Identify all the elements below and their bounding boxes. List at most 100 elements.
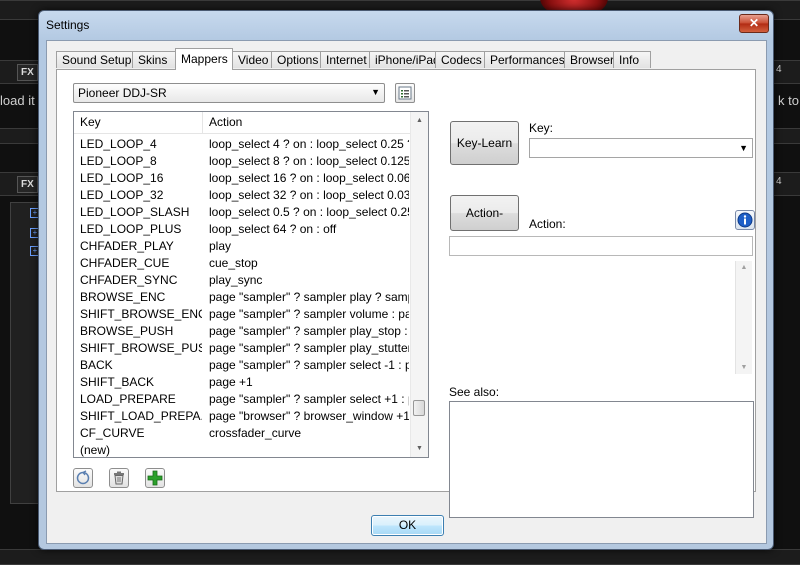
tab-performances[interactable]: Performances	[484, 51, 565, 68]
info-button[interactable]	[735, 210, 755, 230]
row-key: BROWSE_PUSH	[80, 324, 174, 338]
row-action: page "sampler" ? sampler play_stop : p..…	[209, 324, 409, 338]
bg-fx-button-2: FX	[17, 176, 38, 193]
row-key: SHIFT_BACK	[80, 375, 155, 389]
row-key: LED_LOOP_SLASH	[80, 205, 190, 219]
table-row[interactable]: BROWSE_ENC page "sampler" ? sampler play …	[74, 289, 413, 306]
add-button[interactable]	[145, 468, 165, 488]
mapping-list-scrollbar[interactable]: ▲ ▼	[410, 112, 428, 457]
device-select[interactable]: Pioneer DDJ-SR ▼	[73, 83, 385, 103]
mapping-list[interactable]: Key Action LED_LOOP_4 loop_select 4 ? on …	[73, 111, 429, 458]
mappers-tab-panel: Pioneer DDJ-SR ▼ Key Action LED_LOOP_4 lo…	[56, 69, 756, 518]
tab-iphone-ipad[interactable]: iPhone/iPad	[369, 51, 440, 68]
row-key: LED_LOOP_8	[80, 154, 157, 168]
key-select[interactable]: ▼	[529, 138, 753, 158]
row-action: page "browser" ? browser_window +1 :...	[209, 409, 409, 423]
tab-browser[interactable]: Browser	[564, 51, 614, 68]
row-key: SHIFT_LOAD_PREPA...	[80, 409, 202, 423]
table-row[interactable]: SHIFT_BACK page +1	[74, 374, 413, 391]
edit-mapper-button[interactable]	[395, 83, 415, 103]
row-action: loop_select 0.5 ? on : loop_select 0.25 …	[209, 205, 409, 219]
action-learn-button[interactable]: Action-Learn	[450, 195, 519, 254]
column-header-action[interactable]: Action	[203, 112, 413, 133]
table-row[interactable]: LED_LOOP_PLUS loop_select 64 ? on : off	[74, 221, 413, 238]
row-key: SHIFT_BROWSE_PUSH	[80, 341, 202, 355]
reset-icon	[76, 470, 90, 485]
close-icon: ✕	[748, 16, 760, 30]
table-row[interactable]: CHFADER_PLAY play	[74, 238, 413, 255]
action-input[interactable]	[449, 236, 753, 256]
tab-codecs[interactable]: Codecs	[435, 51, 485, 68]
row-action: page +1	[209, 375, 253, 389]
mapping-rows: LED_LOOP_4 loop_select 4 ? on : loop_sele…	[74, 136, 413, 457]
table-row[interactable]: CF_CURVE crossfader_curve	[74, 425, 413, 442]
list-edit-icon	[398, 86, 412, 100]
table-row[interactable]: LED_LOOP_8 loop_select 8 ? on : loop_sele…	[74, 153, 413, 170]
chevron-down-icon: ▼	[739, 143, 748, 153]
scroll-down-arrow-icon[interactable]: ▼	[736, 364, 752, 371]
tab-sound-setup[interactable]: Sound Setup	[56, 51, 133, 68]
tab-video[interactable]: Video	[232, 51, 272, 68]
info-icon	[737, 212, 753, 228]
table-row[interactable]: SHIFT_LOAD_PREPA... page "browser" ? brow…	[74, 408, 413, 425]
close-button[interactable]: ✕	[739, 14, 769, 33]
table-row[interactable]: LED_LOOP_32 loop_select 32 ? on : loop_se…	[74, 187, 413, 204]
key-learn-button[interactable]: Key-Learn	[450, 121, 519, 165]
trash-icon	[114, 471, 124, 485]
scroll-thumb[interactable]	[413, 400, 425, 416]
row-action: page "sampler" ? sampler play ? sampl...	[209, 290, 409, 304]
see-also-label: See also:	[449, 385, 500, 399]
table-row[interactable]: (new)	[74, 442, 413, 457]
window-title: Settings	[46, 18, 90, 32]
tab-skins[interactable]: Skins	[132, 51, 176, 68]
table-row[interactable]: BACK page "sampler" ? sampler select -1 :…	[74, 357, 413, 374]
chevron-down-icon: ▼	[371, 87, 380, 97]
scroll-up-arrow-icon[interactable]: ▲	[411, 112, 428, 129]
row-action: loop_select 16 ? on : loop_select 0.062.…	[209, 171, 409, 185]
reset-button[interactable]	[73, 468, 93, 488]
see-also-box[interactable]	[449, 401, 754, 518]
row-key: LED_LOOP_16	[80, 171, 164, 185]
row-action: loop_select 32 ? on : loop_select 0.031.…	[209, 188, 409, 202]
dialog-client-area: Sound Setup Skins Mappers Video Options …	[46, 40, 767, 544]
table-row[interactable]: LED_LOOP_4 loop_select 4 ? on : loop_sele…	[74, 136, 413, 153]
row-action: crossfader_curve	[209, 426, 302, 440]
row-key: CHFADER_PLAY	[80, 239, 174, 253]
row-key: LED_LOOP_PLUS	[80, 222, 182, 236]
tab-info[interactable]: Info	[613, 51, 651, 68]
bg-right-text: k to	[778, 93, 799, 108]
delete-button[interactable]	[109, 468, 129, 488]
row-action: page "sampler" ? sampler select +1 : p..…	[209, 392, 409, 406]
row-key: LED_LOOP_4	[80, 137, 157, 151]
row-key: CF_CURVE	[80, 426, 145, 440]
action-label: Action:	[529, 217, 566, 231]
settings-dialog: Settings ✕ Sound Setup Skins Mappers Vid…	[38, 10, 774, 550]
row-action: page "sampler" ? sampler select -1 : pa.…	[209, 358, 409, 372]
table-row[interactable]: LOAD_PREPARE page "sampler" ? sampler sel…	[74, 391, 413, 408]
bg-left-text: load it	[0, 93, 35, 108]
title-bar[interactable]: Settings ✕	[39, 11, 773, 39]
tab-internet[interactable]: Internet	[320, 51, 370, 68]
description-scrollbar[interactable]: ▲ ▼	[735, 261, 752, 374]
column-header-key[interactable]: Key	[74, 112, 203, 133]
tab-options[interactable]: Options	[271, 51, 321, 68]
row-key: CHFADER_SYNC	[80, 273, 178, 287]
table-row[interactable]: SHIFT_BROWSE_PUSH page "sampler" ? sample…	[74, 340, 413, 357]
mapping-list-header: Key Action	[74, 112, 413, 134]
scroll-down-arrow-icon[interactable]: ▼	[411, 440, 428, 457]
scroll-up-arrow-icon[interactable]: ▲	[736, 264, 752, 271]
table-row[interactable]: BROWSE_PUSH page "sampler" ? sampler play…	[74, 323, 413, 340]
row-action: play	[209, 239, 232, 253]
table-row[interactable]: SHIFT_BROWSE_ENC page "sampler" ? sampler…	[74, 306, 413, 323]
table-row[interactable]: CHFADER_CUE cue_stop	[74, 255, 413, 272]
table-row[interactable]: LED_LOOP_16 loop_select 16 ? on : loop_se…	[74, 170, 413, 187]
ok-button[interactable]: OK	[371, 515, 444, 536]
bg-fx-button-1: FX	[17, 64, 38, 81]
row-key: CHFADER_CUE	[80, 256, 170, 270]
table-row[interactable]: CHFADER_SYNC play_sync	[74, 272, 413, 289]
row-action: loop_select 64 ? on : off	[209, 222, 337, 236]
device-select-value: Pioneer DDJ-SR	[78, 86, 167, 100]
row-key: (new)	[80, 443, 111, 457]
tab-mappers[interactable]: Mappers	[175, 48, 233, 70]
table-row[interactable]: LED_LOOP_SLASH loop_select 0.5 ? on : loo…	[74, 204, 413, 221]
